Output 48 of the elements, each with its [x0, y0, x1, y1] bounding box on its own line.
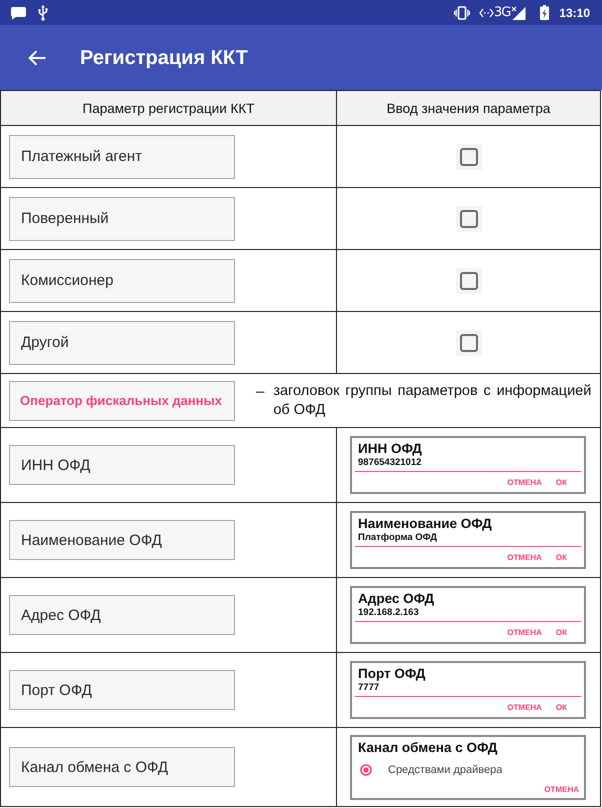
network-type: 3G — [494, 6, 510, 20]
ok-button[interactable]: ОК — [556, 703, 567, 713]
vibrate-icon — [454, 6, 470, 20]
cancel-button[interactable]: ОТМЕНА — [507, 478, 542, 488]
dialog-title: Канал обмена с ОФД — [357, 740, 498, 756]
dialog-title: Адрес ОФД — [357, 591, 436, 607]
parameter-label: Платежный агент — [9, 134, 235, 178]
parameter-label: Комиссионер — [9, 258, 235, 302]
cancel-button[interactable]: ОТМЕНА — [507, 703, 542, 713]
checkbox[interactable] — [456, 144, 482, 170]
ok-button[interactable]: ОК — [556, 628, 567, 638]
dialog-title: ИНН ОФД — [357, 441, 423, 457]
dialog-title: Наименование ОФД — [357, 516, 493, 532]
group-description: заголовок группы параметров с информацией об ОФД — [273, 382, 592, 420]
parameter-label: Поверенный — [9, 196, 235, 240]
cancel-button[interactable]: ОТМЕНА — [507, 628, 542, 638]
input-field[interactable]: 192.168.2.163 — [355, 607, 581, 622]
input-field[interactable]: 7777 — [355, 682, 581, 697]
ok-button[interactable]: ОК — [556, 478, 567, 488]
input-field[interactable]: 987654321012 — [355, 457, 581, 472]
column-header: Ввод значения параметра — [386, 100, 552, 118]
radio-button[interactable] — [360, 764, 372, 776]
checkbox[interactable] — [456, 330, 482, 356]
cancel-button[interactable]: ОТМЕНА — [544, 784, 579, 794]
parameter-label: ИНН ОФД — [9, 445, 235, 485]
checkbox[interactable] — [456, 206, 482, 232]
parameter-label: Адрес ОФД — [9, 595, 235, 635]
chat-bubble-icon — [10, 6, 27, 20]
clock-time: 13:10 — [559, 6, 590, 20]
cancel-button[interactable]: ОТМЕНА — [507, 553, 542, 563]
ok-button[interactable]: ОК — [556, 553, 567, 563]
back-arrow-icon[interactable] — [28, 50, 46, 66]
option-label[interactable]: Средствами драйвера — [388, 762, 502, 776]
checkbox[interactable] — [456, 268, 482, 294]
parameter-label: Оператор фискальных данных — [9, 380, 235, 420]
parameter-label: Порт ОФД — [9, 670, 235, 710]
dialog-title: Порт ОФД — [357, 666, 426, 682]
column-header: Параметр регистрации ККТ — [1, 91, 337, 125]
signal-icon — [511, 6, 526, 20]
parameter-label: Наименование ОФД — [9, 520, 235, 560]
input-field[interactable]: Платформа ОФД — [355, 532, 581, 547]
data-arrows-icon — [478, 8, 494, 18]
dash-mark: – — [256, 382, 264, 401]
parameter-label: Другой — [9, 320, 235, 364]
parameter-label: Канал обмена с ОФД — [9, 747, 235, 787]
usb-icon — [38, 4, 48, 20]
battery-charging-icon — [540, 5, 550, 20]
screen-title: Регистрация ККТ — [80, 46, 248, 70]
